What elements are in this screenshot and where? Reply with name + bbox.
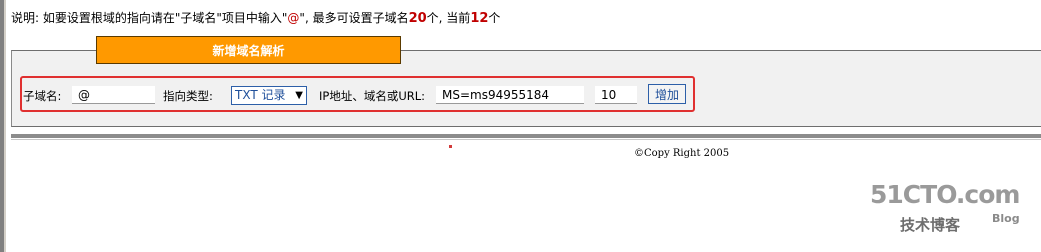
window-left-border-inner	[4, 0, 6, 252]
red-dot-marker	[449, 145, 452, 148]
notice-at-symbol: @	[287, 11, 300, 25]
watermark-tagline: 技术博客	[900, 216, 961, 234]
subdomain-input[interactable]	[72, 86, 155, 104]
target-label: IP地址、域名或URL:	[319, 89, 426, 103]
notice-after-max: 个, 当前	[426, 11, 471, 25]
notice-prefix: 说明: 如要设置根域的指向请在"子域名"项目中输入"	[11, 11, 288, 25]
site-watermark: 51CTO.com 技术博客 Blog	[870, 180, 1030, 240]
tab-new-domain-record[interactable]: 新增域名解析	[96, 36, 401, 64]
watermark-site: 51CTO.com	[870, 180, 1020, 209]
record-type-selected: TXT 记录	[235, 88, 286, 102]
notice-text: 说明: 如要设置根域的指向请在"子域名"项目中输入"@", 最多可设置子域名20…	[11, 9, 500, 26]
watermark-blog: Blog	[992, 212, 1020, 225]
target-input[interactable]	[436, 86, 584, 104]
record-type-select[interactable]: TXT 记录 ▼	[231, 86, 307, 105]
footer-divider	[11, 134, 1041, 138]
footer-divider-thin	[11, 139, 1041, 140]
notice-current-count: 12	[470, 11, 489, 26]
record-type-label: 指向类型:	[163, 89, 213, 103]
notice-suffix: 个	[488, 11, 501, 25]
add-button[interactable]: 增加	[648, 84, 686, 104]
page: 说明: 如要设置根域的指向请在"子域名"项目中输入"@", 最多可设置子域名20…	[0, 0, 1041, 252]
dropdown-arrow-icon: ▼	[295, 90, 303, 101]
copyright-text: ©Copy Right 2005	[634, 148, 730, 159]
subdomain-label: 子域名:	[23, 89, 62, 103]
ttl-input[interactable]	[595, 86, 637, 104]
notice-middle: ", 最多可设置子域名	[299, 11, 409, 25]
notice-max-count: 20	[408, 11, 427, 26]
